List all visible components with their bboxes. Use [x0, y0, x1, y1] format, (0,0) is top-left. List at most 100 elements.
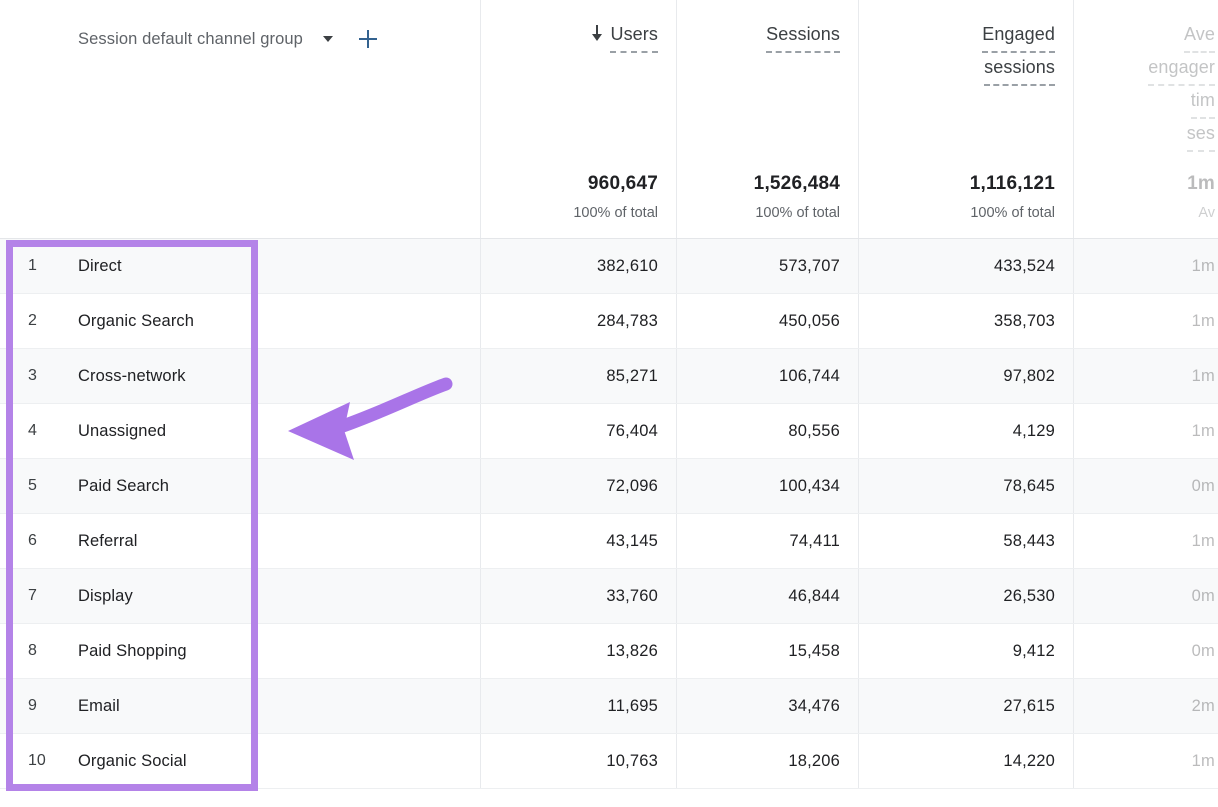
- table-row[interactable]: 2Organic Search284,783450,056358,7031m: [0, 294, 1218, 349]
- cell-sessions: 18,206: [677, 734, 859, 788]
- cell-dimension: 5Paid Search: [0, 459, 481, 513]
- cell-users: 72,096: [481, 459, 677, 513]
- column-header-avg-label-line1: Ave: [1184, 20, 1215, 53]
- plus-icon[interactable]: [357, 28, 379, 50]
- table-header: Session default channel group Users 960,…: [0, 0, 1218, 239]
- row-dimension-name[interactable]: Paid Shopping: [46, 642, 187, 661]
- cell-users: 33,760: [481, 569, 677, 623]
- row-dimension-name[interactable]: Cross-network: [46, 367, 186, 386]
- cell-engaged-sessions: 97,802: [859, 349, 1074, 403]
- cell-users: 76,404: [481, 404, 677, 458]
- cell-users: 10,763: [481, 734, 677, 788]
- cell-sessions: 46,844: [677, 569, 859, 623]
- row-dimension-name[interactable]: Unassigned: [46, 422, 166, 441]
- column-header-users[interactable]: Users 960,647 100% of total: [481, 0, 677, 238]
- cell-dimension: 4Unassigned: [0, 404, 481, 458]
- table-row[interactable]: 5Paid Search72,096100,43478,6450m: [0, 459, 1218, 514]
- cell-engaged-sessions: 9,412: [859, 624, 1074, 678]
- cell-sessions: 573,707: [677, 239, 859, 293]
- row-rank: 3: [0, 367, 46, 385]
- cell-sessions: 34,476: [677, 679, 859, 733]
- row-rank: 1: [0, 257, 46, 275]
- chevron-down-icon[interactable]: [319, 30, 337, 48]
- analytics-data-table: Session default channel group Users 960,…: [0, 0, 1218, 807]
- cell-users: 284,783: [481, 294, 677, 348]
- column-total-users: 960,647 100% of total: [573, 171, 658, 224]
- row-dimension-name[interactable]: Organic Social: [46, 752, 187, 771]
- cell-users: 13,826: [481, 624, 677, 678]
- cell-dimension: 9Email: [0, 679, 481, 733]
- cell-dimension: 3Cross-network: [0, 349, 481, 403]
- column-header-engaged-sessions-label-line1: Engaged: [982, 20, 1055, 53]
- row-dimension-name[interactable]: Organic Search: [46, 312, 194, 331]
- sort-descending-arrow-icon[interactable]: [590, 25, 603, 42]
- cell-dimension: 6Referral: [0, 514, 481, 568]
- cell-dimension: 10Organic Social: [0, 734, 481, 788]
- total-subtext: 100% of total: [970, 202, 1055, 224]
- column-header-engaged-sessions-label-line2: sessions: [984, 53, 1055, 86]
- column-total-engaged-sessions: 1,116,121 100% of total: [970, 171, 1055, 224]
- cell-avg-engagement: 1m: [1074, 294, 1218, 348]
- cell-sessions: 74,411: [677, 514, 859, 568]
- row-rank: 7: [0, 587, 46, 605]
- table-row[interactable]: 10Organic Social10,76318,20614,2201m: [0, 734, 1218, 789]
- row-rank: 9: [0, 697, 46, 715]
- table-row[interactable]: 6Referral43,14574,41158,4431m: [0, 514, 1218, 569]
- row-dimension-name[interactable]: Display: [46, 587, 133, 606]
- column-header-average-engagement-time[interactable]: Ave engager tim ses 1m Av: [1074, 0, 1218, 238]
- cell-engaged-sessions: 433,524: [859, 239, 1074, 293]
- cell-avg-engagement: 1m: [1074, 514, 1218, 568]
- table-row[interactable]: 9Email11,69534,47627,6152m: [0, 679, 1218, 734]
- table-body: 1Direct382,610573,707433,5241m2Organic S…: [0, 239, 1218, 789]
- column-header-avg-label-line4: ses: [1187, 119, 1215, 152]
- row-dimension-name[interactable]: Email: [46, 697, 120, 716]
- cell-avg-engagement: 1m: [1074, 239, 1218, 293]
- table-row[interactable]: 8Paid Shopping13,82615,4589,4120m: [0, 624, 1218, 679]
- cell-dimension: 7Display: [0, 569, 481, 623]
- table-row[interactable]: 3Cross-network85,271106,74497,8021m: [0, 349, 1218, 404]
- cell-avg-engagement: 1m: [1074, 734, 1218, 788]
- total-subtext: Av: [1187, 202, 1215, 224]
- cell-avg-engagement: 2m: [1074, 679, 1218, 733]
- cell-users: 85,271: [481, 349, 677, 403]
- cell-sessions: 106,744: [677, 349, 859, 403]
- cell-sessions: 450,056: [677, 294, 859, 348]
- cell-avg-engagement: 1m: [1074, 404, 1218, 458]
- cell-users: 11,695: [481, 679, 677, 733]
- cell-engaged-sessions: 58,443: [859, 514, 1074, 568]
- column-header-users-label: Users: [610, 20, 658, 53]
- cell-dimension: 8Paid Shopping: [0, 624, 481, 678]
- cell-avg-engagement: 0m: [1074, 459, 1218, 513]
- cell-engaged-sessions: 358,703: [859, 294, 1074, 348]
- cell-users: 43,145: [481, 514, 677, 568]
- column-total-sessions: 1,526,484 100% of total: [754, 171, 840, 224]
- total-value: 1,116,121: [970, 171, 1055, 197]
- total-subtext: 100% of total: [573, 202, 658, 224]
- cell-dimension: 1Direct: [0, 239, 481, 293]
- row-rank: 4: [0, 422, 46, 440]
- dimension-column-header: Session default channel group: [0, 0, 481, 238]
- cell-engaged-sessions: 78,645: [859, 459, 1074, 513]
- column-header-sessions[interactable]: Sessions 1,526,484 100% of total: [677, 0, 859, 238]
- table-row[interactable]: 7Display33,76046,84426,5300m: [0, 569, 1218, 624]
- row-rank: 10: [0, 752, 46, 770]
- cell-dimension: 2Organic Search: [0, 294, 481, 348]
- cell-engaged-sessions: 14,220: [859, 734, 1074, 788]
- table-row[interactable]: 1Direct382,610573,707433,5241m: [0, 239, 1218, 294]
- row-dimension-name[interactable]: Paid Search: [46, 477, 169, 496]
- row-dimension-name[interactable]: Direct: [46, 257, 122, 276]
- row-dimension-name[interactable]: Referral: [46, 532, 138, 551]
- total-subtext: 100% of total: [754, 202, 840, 224]
- table-row[interactable]: 4Unassigned76,40480,5564,1291m: [0, 404, 1218, 459]
- cell-users: 382,610: [481, 239, 677, 293]
- total-value: 960,647: [573, 171, 658, 197]
- total-value: 1,526,484: [754, 171, 840, 197]
- row-rank: 8: [0, 642, 46, 660]
- dimension-selector-label[interactable]: Session default channel group: [78, 30, 303, 49]
- cell-engaged-sessions: 4,129: [859, 404, 1074, 458]
- row-rank: 5: [0, 477, 46, 495]
- cell-engaged-sessions: 26,530: [859, 569, 1074, 623]
- total-value: 1m: [1187, 171, 1215, 197]
- column-header-engaged-sessions[interactable]: Engaged sessions 1,116,121 100% of total: [859, 0, 1074, 238]
- cell-engaged-sessions: 27,615: [859, 679, 1074, 733]
